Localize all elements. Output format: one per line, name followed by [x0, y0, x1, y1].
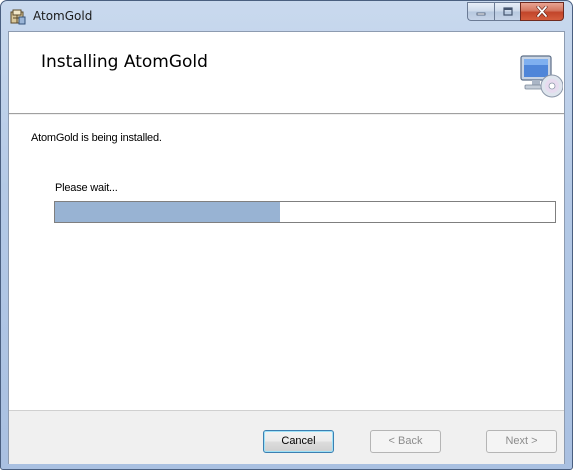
installer-window: AtomGold Installing AtomGold AtomGold is… — [0, 0, 573, 470]
installer-package-icon — [10, 9, 26, 25]
dialog-client-area: Installing AtomGold AtomGold is being in… — [8, 31, 565, 464]
button-bar: Cancel < Back Next > — [9, 410, 564, 464]
back-button[interactable]: < Back — [370, 430, 441, 453]
progress-fill — [55, 202, 280, 222]
status-message: AtomGold is being installed. — [31, 132, 162, 144]
maximize-icon — [502, 7, 513, 16]
next-button[interactable]: Next > — [486, 430, 557, 453]
cancel-button[interactable]: Cancel — [263, 430, 334, 453]
maximize-button[interactable] — [494, 2, 520, 21]
install-progress-bar — [54, 201, 556, 223]
title-bar[interactable]: AtomGold — [1, 1, 572, 31]
header-banner: Installing AtomGold — [9, 32, 564, 114]
window-title: AtomGold — [33, 9, 93, 23]
close-button[interactable] — [520, 2, 564, 21]
caption-buttons — [467, 2, 564, 21]
minimize-button[interactable] — [467, 2, 494, 21]
close-icon — [536, 6, 548, 17]
minimize-icon — [476, 12, 486, 15]
computer-disc-icon — [520, 55, 563, 98]
wait-label: Please wait... — [55, 182, 118, 194]
page-title: Installing AtomGold — [41, 52, 208, 72]
progress-section: AtomGold is being installed. Please wait… — [9, 115, 564, 410]
